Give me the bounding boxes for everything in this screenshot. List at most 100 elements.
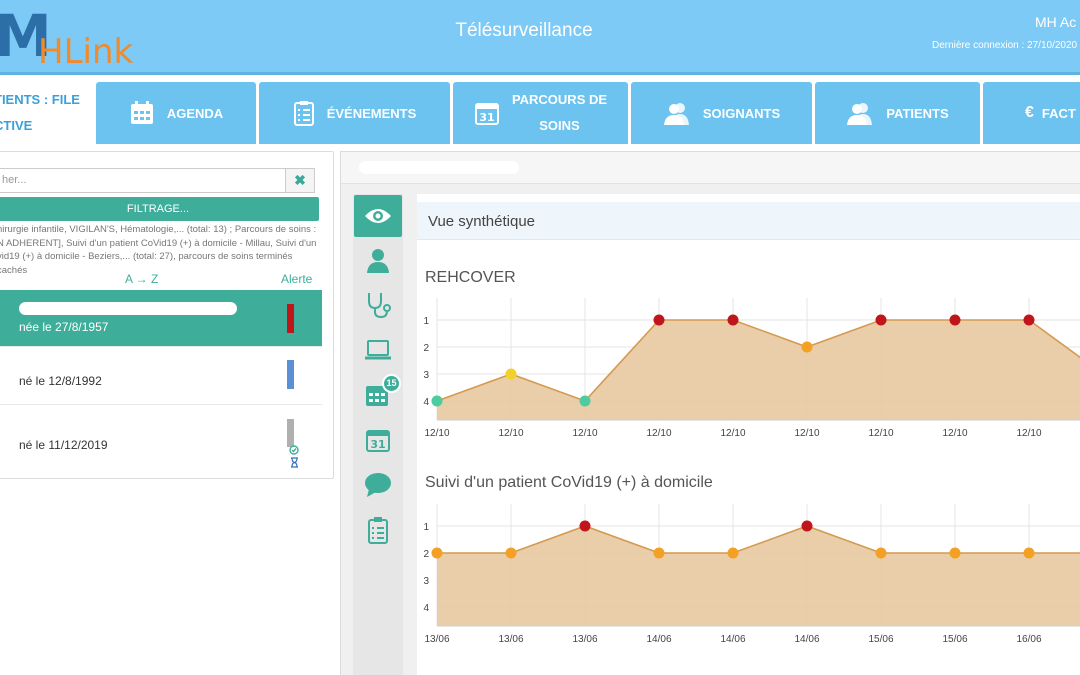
tab-label: SOIGNANTS xyxy=(702,105,781,121)
x-tick-label: 12/10 xyxy=(424,428,449,439)
users-icon xyxy=(663,101,691,125)
data-point xyxy=(653,547,665,559)
synthetic-view-content: Vue synthétique REHCOVER 1 2 3 4 12/10 12/10 1… xyxy=(417,194,1080,675)
data-point xyxy=(801,341,813,353)
x-tick-label: 13/06 xyxy=(572,634,597,645)
calendar-31-icon: 31 xyxy=(474,100,500,126)
care-pathway-button[interactable]: 31 xyxy=(354,419,402,461)
x-tick-label: 12/10 xyxy=(720,428,745,439)
x-tick-label: 14/06 xyxy=(720,634,745,645)
patient-row[interactable]: née le 27/8/1957 xyxy=(0,290,322,347)
data-point xyxy=(875,314,887,326)
patient-row[interactable]: né le 12/8/1992 xyxy=(0,348,322,405)
x-tick-label: 12/10 xyxy=(646,428,671,439)
tab-evenements[interactable]: ÉVÉNEMENTS xyxy=(259,82,450,144)
patient-name-redacted xyxy=(19,302,237,315)
tab-label: ÉVÉNEMENTS xyxy=(326,105,417,121)
stethoscope-icon xyxy=(368,293,391,319)
medical-button[interactable] xyxy=(354,284,402,326)
tab-factures[interactable]: € FACT xyxy=(983,82,1080,144)
main-nav: TIENTS : FILE CTIVE AGENDA ÉVÉNEMENTS 31… xyxy=(0,78,1080,144)
tab-label: PARCOURS DE xyxy=(511,92,608,107)
tab-parcours-de-soins[interactable]: 31 PARCOURS DE SOINS xyxy=(453,82,628,144)
messages-button[interactable] xyxy=(354,464,402,506)
user-name[interactable]: MH Ac xyxy=(1035,14,1076,30)
patient-row[interactable]: né le 11/12/2019 xyxy=(0,405,322,468)
tab-patients[interactable]: PATIENTS xyxy=(815,82,980,144)
chat-icon xyxy=(365,473,391,497)
chart-covid-followup: 1 2 3 4 13/06 13/06 13/06 14/06 14/06 14/06 15/06 1… xyxy=(423,504,1080,645)
view-toolbar: 15 31 xyxy=(353,194,403,675)
tab-label: AGENDA xyxy=(166,105,224,121)
calendar-31-icon: 31 xyxy=(366,430,390,452)
y-tick-label: 3 xyxy=(423,576,429,587)
synthetic-view-button[interactable] xyxy=(354,195,402,237)
data-point xyxy=(579,520,591,532)
app-window: M HLink Télésurveillance MH Ac Dernière … xyxy=(0,0,1080,675)
users-icon xyxy=(846,101,874,125)
tab-label-2: SOINS xyxy=(539,118,580,133)
data-point xyxy=(727,547,739,559)
last-login-text: Dernière connexion : 27/10/2020 xyxy=(932,40,1078,51)
patients-list-panel: her... ✖ FILTRAGE... hirurgie infantile,… xyxy=(0,151,334,479)
patient-dob: né le 12/8/1992 xyxy=(19,374,102,388)
search-input[interactable]: her... xyxy=(0,168,289,193)
filter-button[interactable]: FILTRAGE... xyxy=(0,197,319,221)
data-point xyxy=(949,314,961,326)
app-header: M HLink Télésurveillance MH Ac Dernière … xyxy=(0,0,1080,75)
patient-dob: née le 27/8/1957 xyxy=(19,320,109,334)
x-tick-label: 13/06 xyxy=(424,634,449,645)
x-tick-label: 12/10 xyxy=(794,428,819,439)
data-point xyxy=(505,547,517,559)
forms-button[interactable] xyxy=(354,509,402,551)
x-tick-label: 14/06 xyxy=(794,634,819,645)
x-tick-label: 15/06 xyxy=(942,634,967,645)
tab-label: FACT xyxy=(1041,105,1076,121)
euro-icon: € xyxy=(1025,104,1034,121)
chart-title-covid: Suivi d'un patient CoVid19 (+) à domicil… xyxy=(425,474,713,491)
svg-text:31: 31 xyxy=(479,111,494,124)
telemonitoring-button[interactable] xyxy=(354,329,402,371)
data-point xyxy=(801,520,813,532)
x-tick-label: 13/06 xyxy=(498,634,523,645)
y-tick-label: 4 xyxy=(423,397,429,408)
mhlink-logo[interactable]: M HLink xyxy=(0,4,134,70)
data-point xyxy=(653,314,665,326)
y-tick-label: 2 xyxy=(423,343,429,354)
series-area xyxy=(437,526,1080,626)
chart-rehcover: 1 2 3 4 12/10 12/10 12/10 12/10 12/10 12/10 12/10 1… xyxy=(423,298,1080,439)
close-icon: ✖ xyxy=(294,172,306,188)
x-tick-label: 15/06 xyxy=(868,634,893,645)
data-point xyxy=(505,368,517,380)
sort-az-toggle[interactable]: A → Z xyxy=(125,272,158,286)
x-tick-label: 16/06 xyxy=(1016,634,1041,645)
alert-column-header[interactable]: Alerte xyxy=(281,272,312,286)
clear-search-button[interactable]: ✖ xyxy=(285,168,315,193)
x-tick-label: 14/06 xyxy=(646,634,671,645)
data-point xyxy=(1023,314,1035,326)
hourglass-icon xyxy=(291,457,298,468)
tab-label-2: CTIVE xyxy=(0,118,33,133)
data-point xyxy=(1023,547,1035,559)
patient-profile-button[interactable] xyxy=(354,239,402,281)
agenda-view-button[interactable]: 15 xyxy=(354,374,402,416)
tab-soignants[interactable]: SOIGNANTS xyxy=(631,82,812,144)
chart-title-rehcover: REHCOVER xyxy=(425,269,516,286)
y-tick-label: 1 xyxy=(423,522,429,533)
patient-header-bar xyxy=(341,152,1080,184)
patient-name-redacted xyxy=(359,161,519,174)
check-icon xyxy=(289,445,299,455)
x-tick-label: 12/10 xyxy=(1016,428,1041,439)
y-tick-label: 2 xyxy=(423,549,429,560)
alert-indicator xyxy=(287,304,294,333)
eye-icon xyxy=(365,209,391,223)
data-point xyxy=(431,547,443,559)
data-point xyxy=(579,395,591,407)
tab-label: TIENTS : FILE xyxy=(0,92,80,107)
synthetic-view-title: Vue synthétique xyxy=(428,213,536,230)
tab-patients-file-active[interactable]: TIENTS : FILE CTIVE xyxy=(0,82,94,144)
series-area xyxy=(437,320,1080,420)
clipboard-icon xyxy=(293,100,315,126)
x-tick-label: 12/10 xyxy=(942,428,967,439)
tab-agenda[interactable]: AGENDA xyxy=(96,82,256,144)
